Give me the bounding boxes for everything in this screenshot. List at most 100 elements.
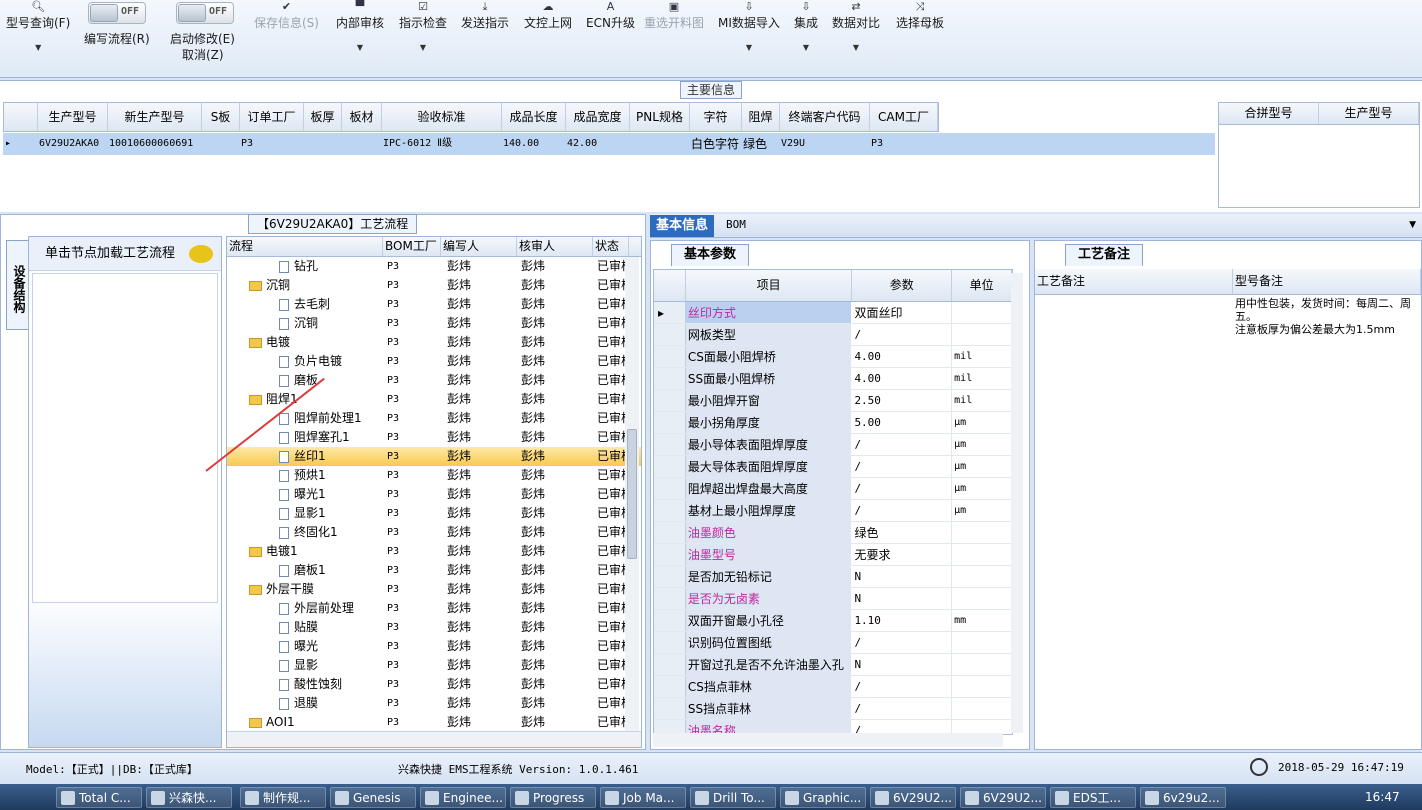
col-header[interactable]: 流程 <box>227 237 383 256</box>
model-note-text[interactable]: 用中性包装，发货时间：每周二、周五。 注意板厚为偏公差最大为1.5mm <box>1235 297 1421 336</box>
param-value[interactable]: 双面丝印 <box>852 302 953 323</box>
file-upload-button[interactable]: ☁ 文控上网 <box>524 0 572 31</box>
flow-row[interactable]: 电镀1 P3 彭炜 彭炜 已审核 <box>227 542 641 561</box>
col-header[interactable]: 板厚 <box>304 103 342 131</box>
taskbar-item[interactable]: 6V29U2... <box>960 787 1046 808</box>
col-header[interactable]: 单位 <box>952 270 1012 301</box>
process-flow-grid[interactable]: 流程 BOM工厂 编写人 核审人 状态 钻孔P3彭炜彭炜已审核沉铜P3彭炜彭炜已… <box>226 236 642 748</box>
col-header[interactable]: 参数 <box>852 270 953 301</box>
param-value[interactable]: / <box>852 500 953 521</box>
flow-row[interactable]: 电镀 P3 彭炜 彭炜 已审核 <box>227 333 641 352</box>
save-info-button[interactable]: ✔ 保存信息(S) <box>254 0 319 31</box>
flow-horizontal-scrollbar[interactable] <box>227 731 641 747</box>
flow-row[interactable]: 曝光1 P3 彭炜 彭炜 已审核 <box>227 485 641 504</box>
col-header[interactable]: 板材 <box>342 103 382 131</box>
param-row[interactable]: 油墨型号 无要求 <box>654 544 1012 566</box>
model-query-button[interactable]: 🔍︎ 型号查询(F) ▼ <box>6 0 70 52</box>
taskbar-item[interactable]: Genesis <box>330 787 416 808</box>
taskbar-item[interactable]: 6V29U2... <box>870 787 956 808</box>
param-value[interactable]: / <box>852 698 953 719</box>
flow-row[interactable]: AOI1 P3 彭炜 彭炜 已审核 <box>227 713 641 732</box>
col-header[interactable]: PNL规格 <box>630 103 690 131</box>
param-row[interactable]: 网板类型 / <box>654 324 1012 346</box>
param-value[interactable]: 绿色 <box>852 522 953 543</box>
param-row[interactable]: 油墨颜色 绿色 <box>654 522 1012 544</box>
flow-row[interactable]: 贴膜 P3 彭炜 彭炜 已审核 <box>227 618 641 637</box>
param-value[interactable]: / <box>852 456 953 477</box>
col-header[interactable]: 生产型号 <box>38 103 108 131</box>
col-header[interactable]: 编写人 <box>441 237 517 256</box>
flow-row[interactable]: 显影1 P3 彭炜 彭炜 已审核 <box>227 504 641 523</box>
col-header[interactable]: 成品宽度 <box>566 103 630 131</box>
flow-row[interactable]: 负片电镀 P3 彭炜 彭炜 已审核 <box>227 352 641 371</box>
col-header[interactable]: 字符 <box>690 103 742 131</box>
node-tree-area[interactable] <box>32 273 218 603</box>
reselect-cutting-button[interactable]: ▣ 重选开料图 <box>644 0 704 31</box>
flow-row[interactable]: 预烘1 P3 彭炜 彭炜 已审核 <box>227 466 641 485</box>
taskbar-item[interactable]: Progress <box>510 787 596 808</box>
taskbar-item[interactable]: Enginee... <box>420 787 506 808</box>
col-header[interactable]: 新生产型号 <box>108 103 202 131</box>
flow-row[interactable]: 去毛刺 P3 彭炜 彭炜 已审核 <box>227 295 641 314</box>
param-value[interactable]: 2.50 <box>852 390 953 411</box>
chevron-down-icon[interactable]: ▼ <box>1409 220 1416 230</box>
param-row[interactable]: 最小导体表面阻焊厚度 / μm <box>654 434 1012 456</box>
taskbar-item[interactable]: Job Ma... <box>600 787 686 808</box>
internal-review-button[interactable]: ▀ 内部审核 ▼ <box>336 0 384 52</box>
flow-row[interactable]: 酸性蚀刻 P3 彭炜 彭炜 已审核 <box>227 675 641 694</box>
param-vertical-scrollbar[interactable] <box>1011 273 1023 733</box>
col-header[interactable]: 核审人 <box>517 237 593 256</box>
row-indicator-header[interactable] <box>654 270 686 301</box>
col-header[interactable]: BOM工厂 <box>383 237 441 256</box>
tab-process-notes[interactable]: 工艺备注 <box>1065 244 1144 266</box>
col-header[interactable]: S板 <box>202 103 240 131</box>
cancel-label[interactable]: 取消(Z) <box>182 46 224 63</box>
write-flow-toggle[interactable]: OFF <box>88 2 146 24</box>
flow-row[interactable]: 外层干膜 P3 彭炜 彭炜 已审核 <box>227 580 641 599</box>
param-row[interactable]: 基材上最小阻焊厚度 / μm <box>654 500 1012 522</box>
flow-vertical-scrollbar[interactable] <box>625 257 639 731</box>
tab-basic-info[interactable]: 基本信息 <box>650 215 715 237</box>
flow-row[interactable]: 丝印1 P3 彭炜 彭炜 已审核 <box>227 447 641 466</box>
taskbar-item[interactable]: 兴森快... <box>146 787 232 808</box>
merge-model-grid[interactable]: 合拼型号 生产型号 <box>1218 102 1420 208</box>
param-row[interactable]: SS挡点菲林 / <box>654 698 1012 720</box>
param-value[interactable]: / <box>852 632 953 653</box>
flow-row[interactable]: 阻焊塞孔1 P3 彭炜 彭炜 已审核 <box>227 428 641 447</box>
flow-row[interactable]: 终固化1 P3 彭炜 彭炜 已审核 <box>227 523 641 542</box>
col-header[interactable]: 成品长度 <box>502 103 566 131</box>
param-value[interactable]: / <box>852 676 953 697</box>
start-modify-toggle[interactable]: OFF <box>176 2 234 24</box>
param-value[interactable]: / <box>852 434 953 455</box>
col-header[interactable]: 状态 <box>593 237 629 256</box>
flow-row[interactable]: 显影 P3 彭炜 彭炜 已审核 <box>227 656 641 675</box>
col-header[interactable]: 工艺备注 <box>1035 269 1233 294</box>
integrate-button[interactable]: ⇩ 集成 ▼ <box>794 0 818 52</box>
send-indicator-button[interactable]: ⤓ 发送指示 <box>461 0 509 31</box>
col-header[interactable]: 终端客户代码 <box>780 103 870 131</box>
param-row[interactable]: 是否为无卤素 N <box>654 588 1012 610</box>
param-value[interactable]: N <box>852 588 953 609</box>
taskbar-item[interactable]: Drill To... <box>690 787 776 808</box>
flow-row[interactable]: 阻焊前处理1 P3 彭炜 彭炜 已审核 <box>227 409 641 428</box>
taskbar-item[interactable]: 6v29u2... <box>1140 787 1226 808</box>
param-row[interactable]: CS挡点菲林 / <box>654 676 1012 698</box>
param-value[interactable]: / <box>852 478 953 499</box>
taskbar-item[interactable]: 制作规... <box>240 787 326 808</box>
param-value[interactable]: N <box>852 566 953 587</box>
taskbar-item[interactable]: Total C... <box>56 787 142 808</box>
taskbar-item[interactable]: EDS工... <box>1050 787 1136 808</box>
flow-row[interactable]: 曝光 P3 彭炜 彭炜 已审核 <box>227 637 641 656</box>
ecn-upgrade-button[interactable]: A ECN升级 <box>586 0 635 31</box>
col-header[interactable]: 生产型号 <box>1319 103 1419 124</box>
tab-basic-params[interactable]: 基本参数 <box>671 244 750 266</box>
flow-row[interactable]: 退膜 P3 彭炜 彭炜 已审核 <box>227 694 641 713</box>
param-row[interactable]: ▸ 丝印方式 双面丝印 <box>654 302 1012 324</box>
taskbar-item[interactable]: Graphic... <box>780 787 866 808</box>
col-header[interactable]: 阻焊 <box>742 103 780 131</box>
param-row[interactable]: 最小阻焊开窗 2.50 mil <box>654 390 1012 412</box>
param-value[interactable]: 4.00 <box>852 346 953 367</box>
flow-row[interactable]: 外层前处理 P3 彭炜 彭炜 已审核 <box>227 599 641 618</box>
col-header[interactable]: 订单工厂 <box>240 103 304 131</box>
indicator-check-button[interactable]: ☑ 指示检查 ▼ <box>399 0 447 52</box>
